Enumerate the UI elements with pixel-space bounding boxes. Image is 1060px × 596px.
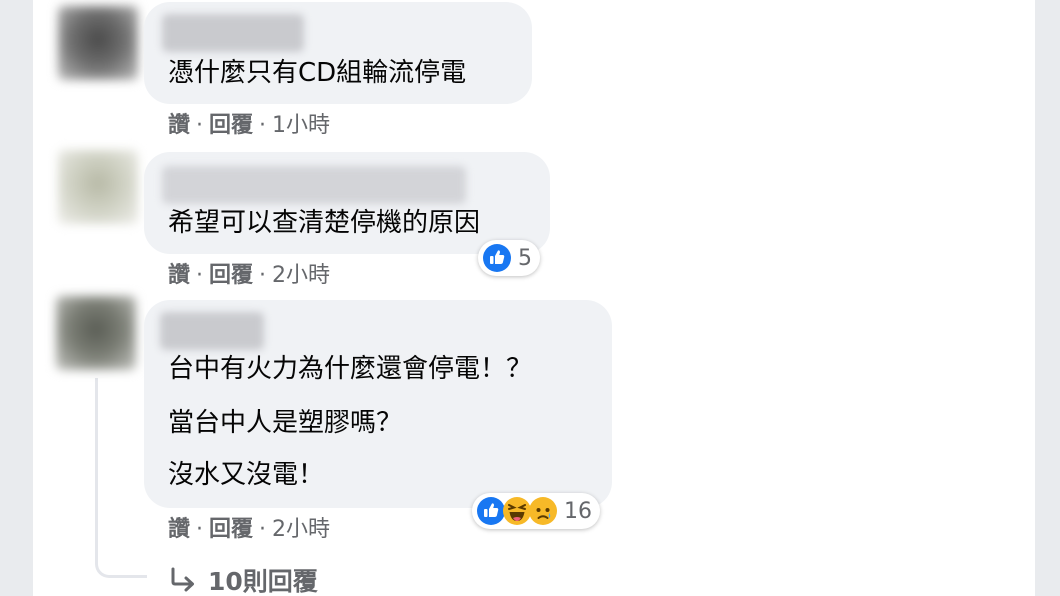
timestamp[interactable]: 2小時 — [272, 517, 330, 542]
like-link[interactable]: 讚 — [168, 517, 190, 542]
comment-actions: 讚 · 回覆 · 2小時 — [168, 264, 330, 288]
comment-text-line: 沒水又沒電！ — [168, 460, 325, 490]
separator-dot: · — [259, 517, 267, 542]
reaction-count: 5 — [518, 245, 532, 271]
timestamp[interactable]: 2小時 — [272, 263, 330, 288]
comment-text-line: 當台中人是塑膠嗎？ — [168, 408, 403, 438]
separator-dot: · — [259, 263, 267, 288]
avatar[interactable] — [56, 296, 136, 370]
comment-actions: 讚 · 回覆 · 1小時 — [168, 114, 330, 138]
comment-bubble: 希望可以查清楚停機的原因 — [144, 152, 550, 254]
reply-link[interactable]: 回覆 — [209, 517, 253, 542]
reply-link[interactable]: 回覆 — [209, 263, 253, 288]
comment-bubble: 憑什麼只有CD組輪流停電 — [144, 2, 532, 104]
view-replies-link[interactable]: 10則回覆 — [168, 562, 318, 596]
view-replies-label: 10則回覆 — [208, 567, 318, 596]
separator-dot: · — [196, 517, 204, 542]
comment-actions: 讚 · 回覆 · 2小時 — [168, 518, 330, 542]
comment-text: 憑什麼只有CD組輪流停電 — [168, 58, 467, 88]
reaction-summary[interactable]: 5 — [478, 240, 540, 276]
reaction-summary[interactable]: 16 — [472, 493, 600, 529]
separator-dot: · — [196, 113, 204, 138]
comment-bubble: 台中有火力為什麼還會停電！？ 當台中人是塑膠嗎？ 沒水又沒電！ — [144, 300, 612, 508]
timestamp[interactable]: 1小時 — [272, 113, 330, 138]
reaction-count: 16 — [564, 498, 592, 524]
avatar[interactable] — [58, 150, 138, 224]
avatar[interactable] — [58, 6, 138, 80]
reply-link[interactable]: 回覆 — [209, 113, 253, 138]
thread-connector — [95, 378, 147, 578]
separator-dot: · — [259, 113, 267, 138]
like-icon — [483, 244, 511, 272]
reply-arrow-icon — [171, 567, 194, 592]
comment-text: 希望可以查清楚停機的原因 — [168, 208, 481, 238]
comment-text-line: 台中有火力為什麼還會停電！？ — [168, 354, 533, 384]
sad-icon — [529, 497, 557, 525]
separator-dot: · — [196, 263, 204, 288]
commenter-name[interactable] — [162, 14, 304, 52]
like-link[interactable]: 讚 — [168, 263, 190, 288]
commenter-name[interactable] — [162, 166, 466, 204]
like-link[interactable]: 讚 — [168, 113, 190, 138]
commenter-name[interactable] — [160, 312, 264, 350]
